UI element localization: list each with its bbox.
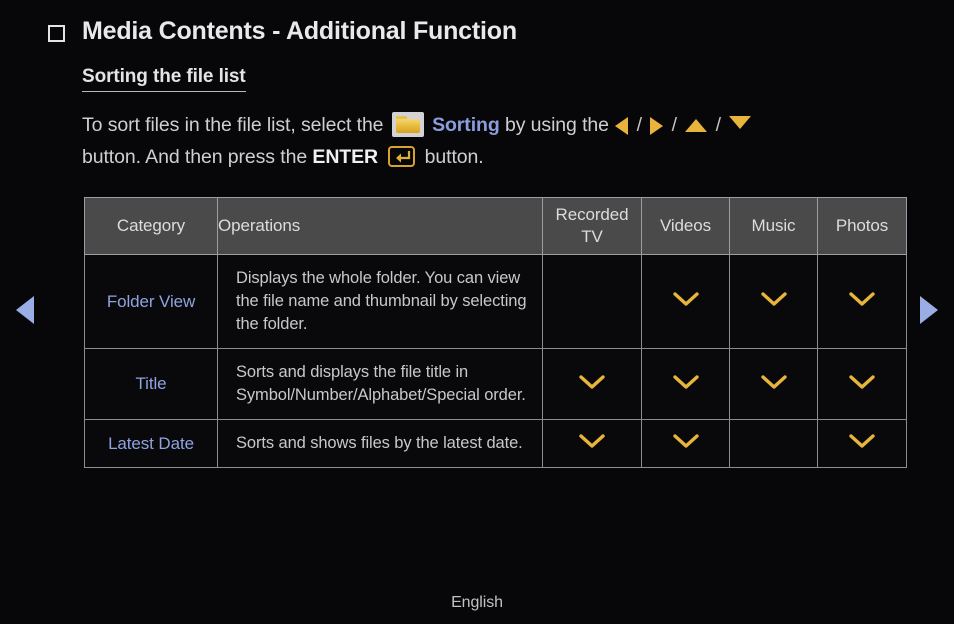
table-row: Latest Date Sorts and shows files by the …	[84, 419, 907, 468]
separator-2: /	[671, 114, 677, 136]
chevron-down-icon	[577, 432, 607, 450]
column-header-operations: Operations	[217, 197, 543, 255]
paragraph-text-part1: To sort files in the file list, select t…	[82, 114, 384, 136]
chevron-down-icon	[847, 432, 877, 450]
row-mark-recorded-tv	[542, 254, 642, 349]
chevron-down-icon	[671, 373, 701, 391]
section-heading-wrap: Sorting the file list	[0, 46, 954, 92]
footer-language: English	[451, 594, 503, 611]
enter-key-icon	[388, 146, 416, 167]
arrow-down-icon	[729, 116, 752, 129]
row-mark-music	[729, 254, 818, 349]
table-header: Category Operations Recorded TV Videos M…	[84, 197, 907, 255]
row-mark-videos	[641, 348, 730, 420]
chevron-down-icon	[577, 373, 607, 391]
sorting-options-table: Category Operations Recorded TV Videos M…	[84, 197, 907, 468]
separator-3: /	[715, 114, 721, 136]
row-mark-videos	[641, 254, 730, 349]
row-mark-recorded-tv	[542, 419, 642, 468]
table-header-row: Category Operations Recorded TV Videos M…	[84, 197, 907, 255]
row-category-label: Title	[84, 348, 218, 420]
row-mark-music	[729, 419, 818, 468]
arrow-right-icon	[650, 116, 664, 135]
section-heading: Sorting the file list	[82, 66, 246, 92]
sorting-options-table-wrap: Category Operations Recorded TV Videos M…	[84, 197, 907, 468]
nav-next-arrow-icon[interactable]	[920, 296, 938, 324]
nav-prev-arrow-icon[interactable]	[16, 296, 34, 324]
chevron-down-icon	[847, 373, 877, 391]
page-title: Media Contents - Additional Function	[82, 16, 517, 45]
paragraph-text-part2: by using the	[504, 114, 609, 136]
column-header-music: Music	[729, 197, 818, 255]
row-operations-description: Sorts and shows files by the latest date…	[217, 419, 543, 468]
arrow-left-icon	[615, 116, 629, 135]
row-category-label: Folder View	[84, 254, 218, 349]
arrow-up-icon	[685, 119, 708, 132]
row-mark-photos	[817, 348, 907, 420]
row-mark-photos	[817, 254, 907, 349]
row-mark-videos	[641, 419, 730, 468]
chevron-down-icon	[759, 290, 789, 308]
table-body: Folder View Displays the whole folder. Yo…	[84, 254, 907, 468]
column-header-videos: Videos	[641, 197, 730, 255]
column-header-category: Category	[84, 197, 218, 255]
chevron-down-icon	[759, 373, 789, 391]
paragraph-text-part4: button.	[424, 146, 484, 168]
chevron-down-icon	[671, 290, 701, 308]
row-category-label: Latest Date	[84, 419, 218, 468]
recorded-tv-line2: TV	[581, 227, 603, 246]
table-row: Title Sorts and displays the file title i…	[84, 348, 907, 420]
chevron-down-icon	[847, 290, 877, 308]
row-operations-description: Sorts and displays the file title in Sym…	[217, 348, 543, 420]
separator-1: /	[636, 114, 642, 136]
page-header: Media Contents - Additional Function	[0, 0, 954, 46]
column-header-recorded-tv: Recorded TV	[542, 197, 642, 255]
keyword-enter: ENTER	[312, 146, 378, 168]
row-mark-photos	[817, 419, 907, 468]
square-bullet-icon	[48, 24, 65, 42]
table-row: Folder View Displays the whole folder. Yo…	[84, 254, 907, 349]
instruction-paragraph: To sort files in the file list, select t…	[82, 109, 912, 173]
keyword-sorting: Sorting	[432, 114, 500, 136]
column-header-photos: Photos	[817, 197, 907, 255]
folder-icon	[391, 112, 424, 137]
paragraph-text-part3: button. And then press the	[82, 146, 308, 168]
recorded-tv-line1: Recorded	[555, 205, 629, 224]
chevron-down-icon	[671, 432, 701, 450]
row-mark-recorded-tv	[542, 348, 642, 420]
row-operations-description: Displays the whole folder. You can view …	[217, 254, 543, 349]
row-mark-music	[729, 348, 818, 420]
